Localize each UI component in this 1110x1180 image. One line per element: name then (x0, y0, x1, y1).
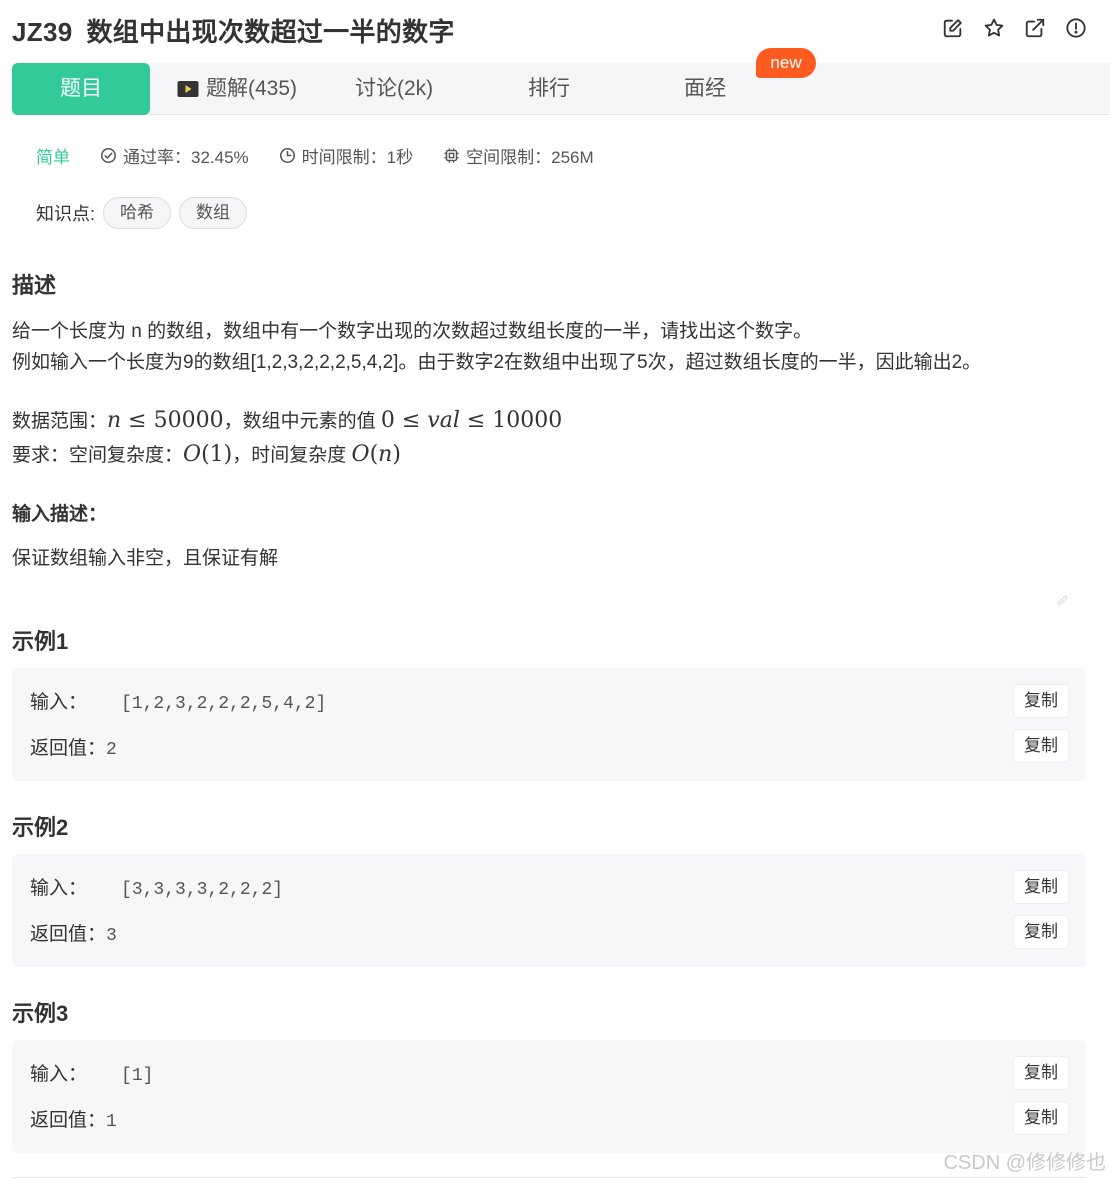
example-1-output: 返回值：2 (30, 733, 117, 760)
copy-input-button[interactable]: 复制 (1014, 871, 1068, 903)
output-label: 返回值： (30, 924, 107, 945)
time-limit-text: 时间限制：1秒 (301, 148, 414, 167)
output-value: 1 (106, 1112, 117, 1132)
math-time-complexity: O(n) (351, 442, 401, 467)
pass-rate-text: 通过率：32.45% (123, 148, 249, 167)
watermark: CSDN @修修修也 (943, 1152, 1106, 1174)
data-range: 数据范围：n ≤ 50000，数组中元素的值 0 ≤ val ≤ 10000 (12, 406, 562, 433)
copy-input-button[interactable]: 复制 (1014, 685, 1068, 717)
check-circle-icon (100, 147, 117, 164)
example-2-output: 返回值：3 (30, 919, 117, 946)
math-space-complexity: O(1) (183, 442, 233, 467)
example-1-input: 输入： [1,2,3,2,2,2,5,4,2] (30, 687, 326, 714)
output-value: 3 (106, 926, 117, 946)
description-line-2: 例如输入一个长度为9的数组[1,2,3,2,2,2,5,4,2]。由于数字2在数… (12, 352, 982, 373)
problem-title: 数组中出现次数超过一半的数字 (86, 17, 455, 47)
output-label: 返回值： (30, 1110, 107, 1131)
data-range-mid: ，数组中元素的值 (223, 411, 381, 432)
problem-meta: 简单 通过率：32.45% 时间限制：1秒 空间限制：256M (36, 143, 624, 168)
edit-icon[interactable] (941, 16, 965, 40)
output-label: 返回值： (30, 738, 107, 759)
example-2-input: 输入： [3,3,3,3,2,2,2] (30, 873, 283, 900)
example-3-heading: 示例3 (12, 1001, 69, 1026)
example-1-heading: 示例1 (12, 629, 69, 654)
problem-id: JZ39 (12, 17, 73, 47)
input-desc-heading: 输入描述： (12, 504, 108, 525)
example-3-box: 输入： [1] 返回值：1 复制 复制 (12, 1040, 1086, 1153)
video-icon (177, 66, 199, 118)
input-label: 输入： (30, 1064, 88, 1085)
example-3-output: 返回值：1 (30, 1105, 117, 1132)
star-icon[interactable] (982, 16, 1006, 40)
time-limit: 时间限制：1秒 (279, 143, 413, 168)
clock-icon (279, 147, 295, 164)
requirement-label: 要求：空间复杂度： (12, 445, 184, 466)
difficulty-label: 简单 (36, 148, 70, 167)
copy-input-button[interactable]: 复制 (1014, 1057, 1068, 1089)
pencil-icon (1056, 593, 1070, 612)
space-limit-text: 空间限制：256M (466, 148, 594, 167)
space-limit: 空间限制：256M (443, 143, 594, 168)
tab-solutions-label: 题解(435) (206, 77, 298, 100)
description-heading: 描述 (12, 273, 57, 298)
copy-output-button[interactable]: 复制 (1014, 730, 1068, 762)
complexity-requirement: 要求：空间复杂度：O(1)，时间复杂度 O(n) (12, 440, 401, 467)
tab-problem-label: 题目 (60, 77, 102, 100)
requirement-mid: ，时间复杂度 (232, 445, 352, 466)
pass-rate: 通过率：32.45% (100, 143, 249, 168)
input-value: [1,2,3,2,2,2,5,4,2] (121, 694, 327, 714)
title-actions (941, 16, 1088, 40)
copy-output-button[interactable]: 复制 (1014, 916, 1068, 948)
math-n-range: n ≤ 50000 (107, 408, 224, 433)
tab-ranking-label: 排行 (528, 77, 570, 100)
tab-discussion[interactable]: 讨论(2k) (355, 63, 433, 115)
example-1-box: 输入： [1,2,3,2,2,2,5,4,2] 返回值：2 复制 复制 (12, 668, 1086, 781)
data-range-label: 数据范围： (12, 411, 108, 432)
input-value: [3,3,3,3,2,2,2] (121, 880, 284, 900)
description-line-1: 给一个长度为 n 的数组，数组中有一个数字出现的次数超过数组长度的一半，请找出这… (12, 321, 813, 342)
tab-bar: 题目 题解(435) 讨论(2k) 排行 面经 new (12, 48, 1110, 115)
tab-problem[interactable]: 题目 (12, 63, 150, 115)
output-value: 2 (106, 740, 117, 760)
info-icon[interactable] (1064, 16, 1088, 40)
tab-interviews-label: 面经 (684, 77, 726, 100)
example-2-box: 输入： [3,3,3,3,2,2,2] 返回值：3 复制 复制 (12, 854, 1086, 967)
problem-page: JZ39 数组中出现次数超过一半的数字 题目 题解(435) 讨论(2k) 排行 … (0, 0, 1110, 1180)
tab-ranking[interactable]: 排行 (528, 63, 570, 115)
input-desc-text: 保证数组输入非空，且保证有解 (12, 548, 279, 569)
example-3-input: 输入： [1] (30, 1059, 153, 1086)
input-label: 输入： (30, 692, 88, 713)
chip-icon (444, 148, 459, 163)
tab-solutions[interactable]: 题解(435) (177, 63, 297, 115)
input-value: [1] (121, 1066, 154, 1086)
math-val-range: 0 ≤ val ≤ 10000 (380, 408, 563, 433)
copy-output-button[interactable]: 复制 (1014, 1102, 1068, 1134)
knowledge-points: 知识点: 哈希 数组 (36, 197, 248, 229)
tab-discussion-label: 讨论(2k) (355, 77, 434, 100)
tag-array[interactable]: 数组 (179, 197, 248, 229)
input-label: 输入： (30, 878, 88, 899)
page-title: JZ39 数组中出现次数超过一半的数字 (12, 12, 455, 49)
share-icon[interactable] (1023, 16, 1047, 40)
knowledge-label: 知识点: (36, 204, 96, 224)
new-badge: new (756, 48, 816, 78)
tag-hash[interactable]: 哈希 (103, 197, 172, 229)
divider (12, 1177, 1086, 1178)
example-2-heading: 示例2 (12, 815, 69, 840)
tab-interviews[interactable]: 面经 (684, 63, 726, 115)
